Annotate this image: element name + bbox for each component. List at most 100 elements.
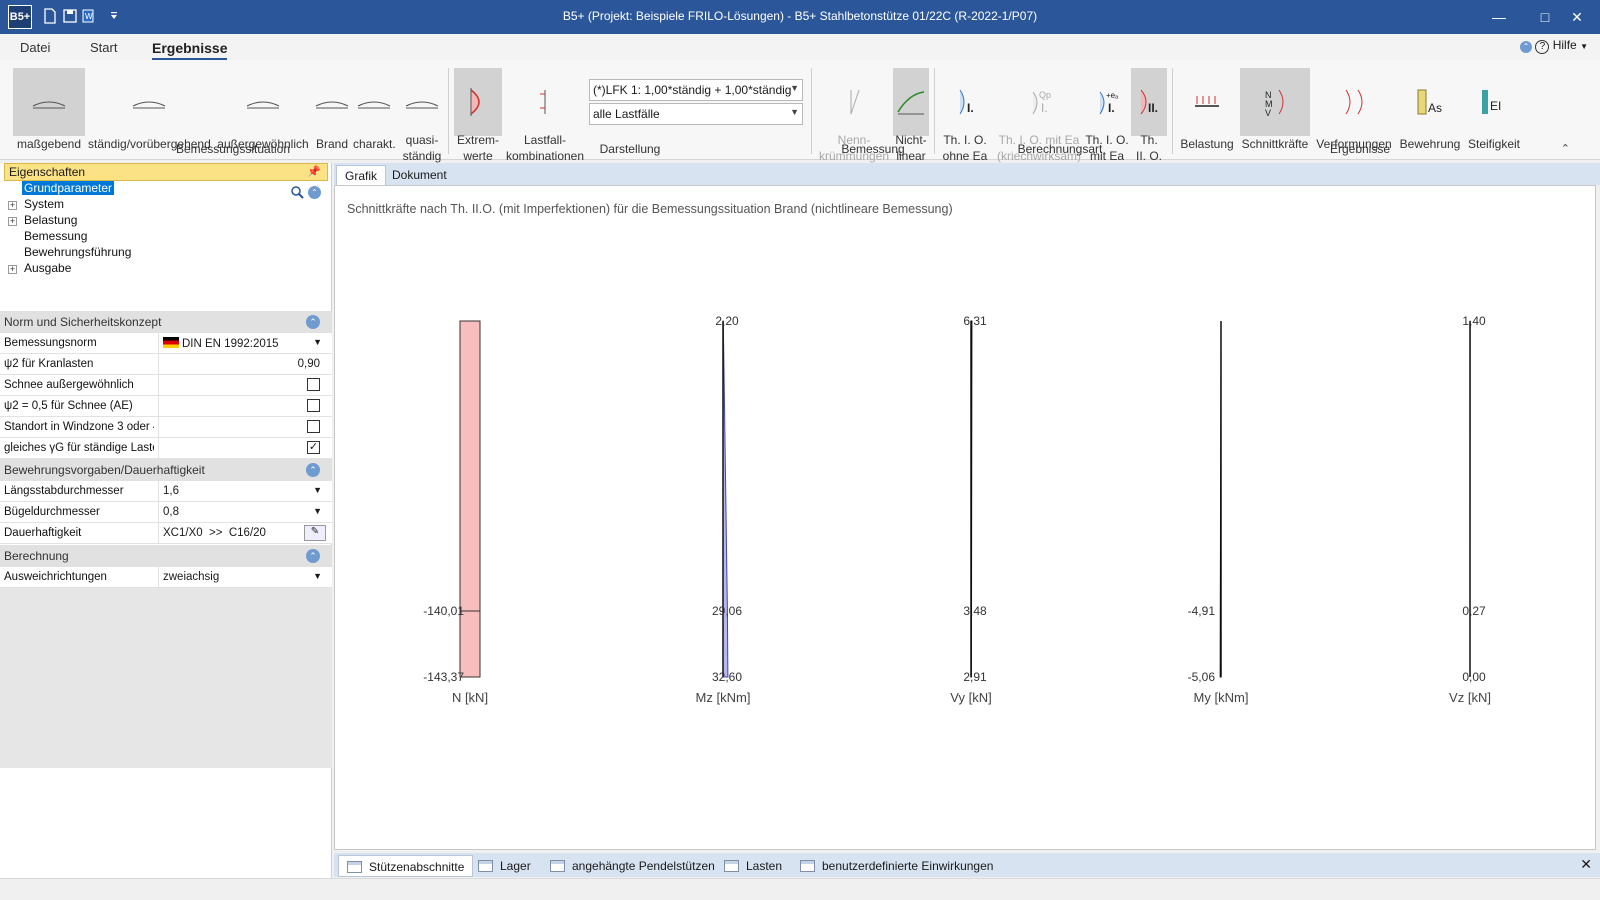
collapse-section-icon[interactable]: ⌃ xyxy=(306,315,320,329)
lastfall-select[interactable]: alle Lastfälle ▼ xyxy=(589,103,803,125)
brand-button[interactable]: Brand xyxy=(314,68,350,151)
tab-einwirkungen[interactable]: benutzerdefinierte Einwirkungen xyxy=(792,855,1001,877)
table-icon xyxy=(800,860,815,872)
tree-item-ausgabe[interactable]: Ausgabe xyxy=(24,261,71,275)
situation-icon xyxy=(246,101,280,109)
tree-item-system[interactable]: System xyxy=(24,197,64,211)
bemessungsnorm-select[interactable]: DIN EN 1992:2015 ▼ xyxy=(158,333,330,354)
minimize-icon[interactable]: — xyxy=(1476,0,1522,34)
collapse-section-icon[interactable]: ⌃ xyxy=(306,463,320,477)
dauerhaftigkeit-field[interactable]: XC1/X0 >> C16/20 ✎ xyxy=(158,523,330,544)
section-bewehrung[interactable]: Bewehrungsvorgaben/Dauerhaftigkeit ⌃ xyxy=(0,459,332,481)
bewehrung-button[interactable]: As Bewehrung xyxy=(1398,68,1462,151)
belastung-button[interactable]: Belastung xyxy=(1178,68,1236,151)
windzone-checkbox[interactable] xyxy=(307,420,320,433)
group-separator xyxy=(1172,68,1173,154)
steifigkeit-button[interactable]: EI Steifigkeit xyxy=(1464,68,1524,151)
collapse-ribbon-icon[interactable]: ⌃ xyxy=(1561,142,1570,155)
chevron-down-icon: ▼ xyxy=(313,337,322,347)
svg-text:Qp: Qp xyxy=(1039,90,1051,100)
expand-icon[interactable]: + xyxy=(8,201,17,210)
nichtlinear-button[interactable]: Nicht- linear xyxy=(893,68,929,163)
section-berechnung[interactable]: Berechnung ⌃ xyxy=(0,545,332,567)
tree-item-bemessung[interactable]: Bemessung xyxy=(24,229,87,243)
property-label: ψ2 = 0,5 für Schnee (AE) xyxy=(4,400,133,412)
verformungen-button[interactable]: Verformungen xyxy=(1314,68,1394,151)
expand-icon[interactable]: + xyxy=(8,217,17,226)
collapse-tree-icon[interactable]: ⌃ xyxy=(308,186,321,199)
tree-item-bewehrungsfuehrung[interactable]: Bewehrungsführung xyxy=(24,245,131,259)
psi2-kranlasten-input[interactable]: 0,90 xyxy=(158,354,330,375)
th2-icon: II. xyxy=(1140,89,1158,115)
extremwerte-button[interactable]: Extrem- werte xyxy=(454,68,502,163)
massgebend-button[interactable]: maßgebend xyxy=(13,68,85,151)
property-row: ψ2 für Kranlasten 0,90 xyxy=(0,354,332,375)
collapse-up-icon[interactable]: ⌃ xyxy=(1520,41,1533,53)
lastfallkombination-select[interactable]: (*)LFK 1: 1,00*ständig + 1,00*ständig ▼ xyxy=(589,79,803,101)
property-value-cell: ✓ xyxy=(158,438,330,459)
group-label-bemessungssituation: Bemessungssituation xyxy=(175,142,291,156)
buegel-select[interactable]: 0,8 ▼ xyxy=(158,502,330,523)
lastfallkombinationen-button[interactable]: Lastfall- kombinationen xyxy=(505,68,585,163)
aussergewoehnlich-button[interactable]: außergewöhnlich xyxy=(216,68,310,151)
section-title: Norm und Sicherheitskonzept xyxy=(4,315,162,329)
help-menu[interactable]: ⌃ ? Hilfe ▼ xyxy=(1520,38,1588,54)
tab-datei[interactable]: Datei xyxy=(20,40,50,55)
expand-icon[interactable]: + xyxy=(8,265,17,274)
charakt-button[interactable]: charakt. xyxy=(353,68,396,151)
tab-start[interactable]: Start xyxy=(90,40,117,55)
quasistaendig-button[interactable]: quasi- ständig xyxy=(402,68,442,163)
property-row: Standort in Windzone 3 oder 4 xyxy=(0,417,332,438)
tab-pendelstuetzen[interactable]: angehängte Pendelstützen xyxy=(542,855,723,877)
close-icon[interactable]: ✕ xyxy=(1554,0,1600,34)
search-icon[interactable] xyxy=(291,186,304,199)
chevron-down-icon: ▼ xyxy=(1580,42,1588,51)
tab-dokument[interactable]: Dokument xyxy=(384,165,455,185)
schnee-aussergewoehnlich-checkbox[interactable] xyxy=(307,378,320,391)
empty-panel-area xyxy=(0,588,332,768)
ausweichrichtungen-select[interactable]: zweiachsig ▼ xyxy=(158,567,330,588)
status-bar xyxy=(0,878,1600,900)
schnittkraefte-button[interactable]: NMV Schnittkräfte xyxy=(1240,68,1310,151)
situation-icon xyxy=(32,101,66,109)
gamma-g-checkbox[interactable]: ✓ xyxy=(307,441,320,454)
schnittkraefte-icon: NMV xyxy=(1265,89,1284,116)
tab-ergebnisse[interactable]: Ergebnisse xyxy=(152,40,228,61)
th1-ohne-ea-button[interactable]: I. Th. I. O. ohne Ea xyxy=(940,68,990,163)
th2-button[interactable]: II. Th. II. O. xyxy=(1131,68,1167,163)
laengsstab-select[interactable]: 1,6 ▼ xyxy=(158,481,330,502)
nennkruemmungen-button[interactable]: Nenn- krümmungen xyxy=(816,68,892,163)
property-row: Dauerhaftigkeit XC1/X0 >> C16/20 ✎ xyxy=(0,523,332,544)
th1-kriechwirksam-button[interactable]: Qp I. Th. I. O. mit Ea (kriechwirksam) xyxy=(995,68,1083,163)
tree-item-grundparameter[interactable]: Grundparameter xyxy=(22,181,115,195)
situation-icon xyxy=(315,101,349,109)
steifigkeit-icon: EI xyxy=(1482,90,1501,114)
graphic-view[interactable]: Schnittkräfte nach Th. II.O. (mit Imperf… xyxy=(334,185,1596,850)
diagram-label-vz: Vz [kN] xyxy=(1449,690,1491,705)
tab-grafik[interactable]: Grafik xyxy=(336,165,387,185)
germany-flag-icon xyxy=(163,337,179,348)
pin-icon[interactable]: 📌 xyxy=(307,165,321,178)
psi2-schnee-checkbox[interactable] xyxy=(307,399,320,412)
tab-lager[interactable]: Lager xyxy=(470,855,539,877)
chevron-down-icon: ▼ xyxy=(313,485,322,495)
group-label-bemessung: Bemessung xyxy=(841,142,905,156)
title-bar: B5+ W B5+ (Projekt: Beispiele FRILO-Lösu… xyxy=(0,0,1600,34)
property-value-cell xyxy=(158,417,330,438)
edit-icon[interactable]: ✎ xyxy=(304,525,326,541)
value-label: 1,40 xyxy=(1462,314,1486,328)
close-icon[interactable]: ✕ xyxy=(1580,856,1592,873)
property-row: Bemessungsnorm DIN EN 1992:2015 ▼ xyxy=(0,333,332,354)
section-norm[interactable]: Norm und Sicherheitskonzept ⌃ xyxy=(0,311,332,333)
group-separator xyxy=(448,68,449,154)
value-label: 0,00 xyxy=(1462,670,1486,684)
chevron-down-icon: ▼ xyxy=(313,506,322,516)
collapse-section-icon[interactable]: ⌃ xyxy=(306,549,320,563)
staendig-button[interactable]: ständig/vorübergehend xyxy=(88,68,211,151)
tab-stuetzenabschnitte[interactable]: Stützenabschnitte xyxy=(338,855,474,877)
tab-lasten[interactable]: Lasten xyxy=(716,855,790,877)
tree-item-belastung[interactable]: Belastung xyxy=(24,213,77,227)
th1-mit-ea-button[interactable]: +eₐ I. Th. I. O. mit Ea xyxy=(1085,68,1129,163)
group-label-darstellung: Darstellung xyxy=(599,142,661,156)
property-row: ψ2 = 0,5 für Schnee (AE) xyxy=(0,396,332,417)
